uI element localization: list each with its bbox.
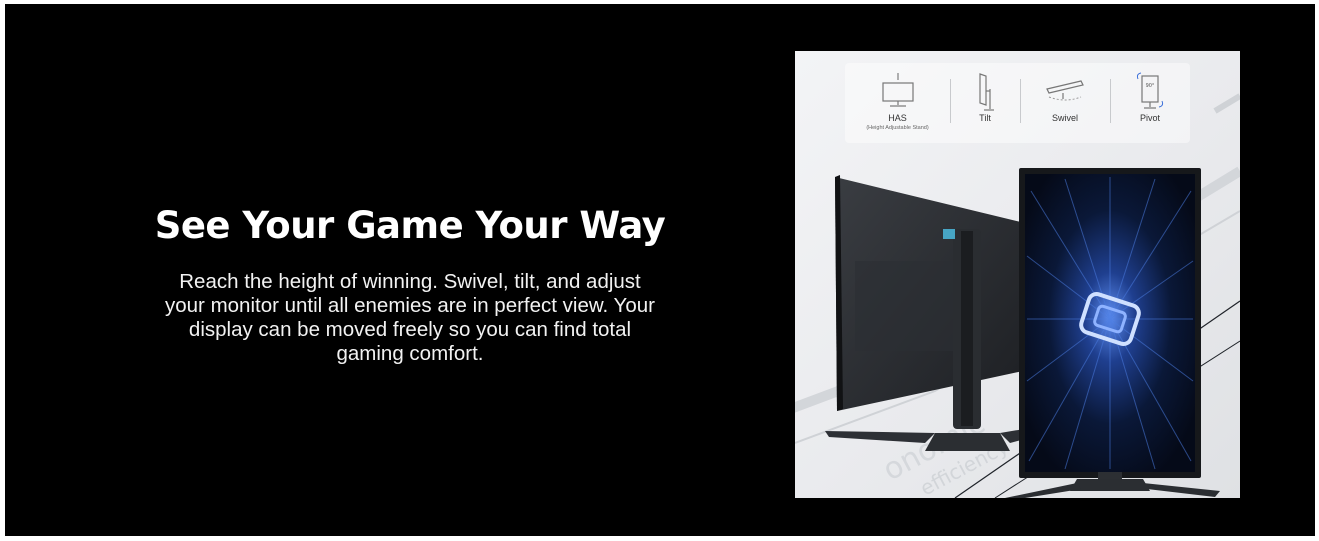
monitor-product-image: onomic efficiency [795,51,1240,498]
feature-description: Reach the height of winning. Swivel, til… [165,270,655,365]
feature-item-pivot: 90° Pivot [1110,63,1190,143]
swivel-icon [1046,80,1084,101]
tilt-icon [979,73,994,111]
feature-headline: See Your Game Your Way [154,204,666,247]
height-adjust-icon [881,73,914,107]
feature-label-tilt: Tilt [979,113,991,123]
feature-text-block: See Your Game Your Way Reach the height … [85,202,735,366]
feature-item-swivel: Swivel [1020,63,1110,143]
adjustment-feature-strip: HAS (Height Adjustable Stand) Tilt Swive… [845,63,1190,143]
pivot-degree-badge: 90° [1146,83,1155,89]
feature-label-swivel: Swivel [1051,113,1078,123]
product-feature-banner: See Your Game Your Way Reach the height … [5,4,1315,536]
pivot-icon: 90° [1136,72,1164,109]
feature-label-pivot: Pivot [1139,113,1160,123]
feature-sublabel-has: (Height Adjustable Stand) [866,125,929,131]
feature-label-has: HAS [888,113,907,123]
feature-item-tilt: Tilt [950,63,1020,143]
feature-item-has: HAS (Height Adjustable Stand) [845,63,950,143]
